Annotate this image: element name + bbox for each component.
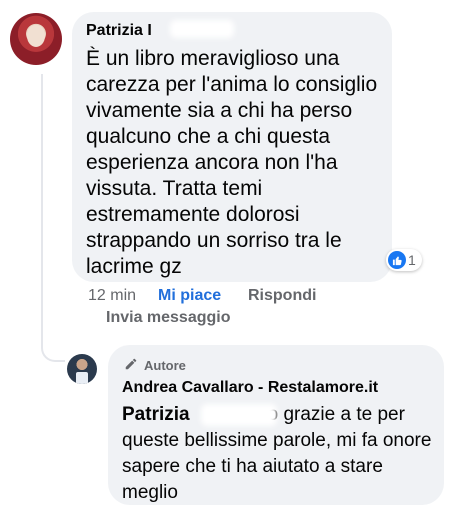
author-avatar[interactable] [67,354,97,384]
author-badge: Autore [124,357,186,374]
like-button[interactable]: Mi piace [158,287,248,305]
commenter-avatar[interactable] [10,13,62,65]
like-icon [388,251,406,269]
mention-tag[interactable]: Patrizia [122,404,190,425]
reply-text: Patrizia o grazie a te per queste belliss… [122,402,434,506]
reaction-count: 1 [408,252,416,268]
reply-bubble: Autore Andrea Cavallaro - Restalamore.it… [108,345,444,505]
comment-actions: 12 min Mi piace Rispondi [88,287,316,305]
redacted-name [201,404,277,426]
comment-timestamp[interactable]: 12 min [88,287,158,305]
redacted-surname [170,20,234,38]
comment-bubble: Patrizia I È un libro meraviglioso una c… [72,12,392,282]
comment-author[interactable]: Patrizia I [86,22,152,40]
reply-author[interactable]: Andrea Cavallaro - Restalamore.it [122,379,378,397]
author-badge-label: Autore [144,358,186,373]
pencil-icon [124,357,138,374]
thread-line [41,74,43,342]
send-message-button[interactable]: Invia messaggio [106,309,231,327]
reaction-summary[interactable]: 1 [386,249,422,271]
comment-text: È un libro meraviglioso una carezza per … [86,47,378,278]
thread-connector [41,330,65,362]
reply-button[interactable]: Rispondi [248,287,316,305]
